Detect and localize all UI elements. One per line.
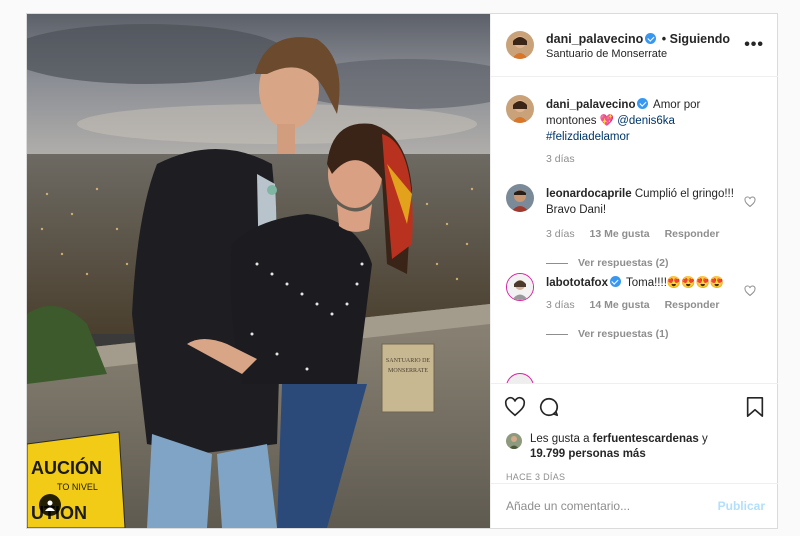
reply-button[interactable]: Responder: [665, 299, 720, 311]
header-user-line: dani_palavecino • Siguiendo: [546, 32, 730, 46]
comment-body: Toma!!!!😍😍😍😍: [625, 277, 725, 289]
comment-input[interactable]: [506, 497, 706, 515]
instagram-post: SANTUARIO DE MONSERRATE AUCIÓN TO NIVEL …: [26, 13, 778, 529]
stone-plaque: [381, 343, 435, 413]
sign-text-2: TO NIVEL: [57, 482, 98, 492]
comment-text: leonardocaprile Cumplió el gringo!!! Bra…: [546, 186, 744, 218]
comment-time[interactable]: 3 días: [546, 228, 575, 240]
comment-like-heart-icon[interactable]: [744, 196, 756, 208]
post-photo[interactable]: SANTUARIO DE MONSERRATE AUCIÓN TO NIVEL …: [27, 14, 490, 528]
caption-hashtag[interactable]: #felizdiadelamor: [546, 131, 630, 143]
author-avatar[interactable]: [506, 31, 534, 59]
comment-likes[interactable]: 14 Me gusta: [590, 299, 650, 311]
commenter-avatar[interactable]: [506, 184, 534, 212]
verified-badge-icon: [645, 33, 657, 44]
likes-others-button[interactable]: 19.799 personas más: [530, 448, 646, 460]
likes-text: Les gusta a ferfuentescardenas y 19.799 …: [530, 432, 766, 462]
caption-time[interactable]: 3 días: [546, 153, 575, 165]
comments-list[interactable]: dani_palavecino Amor por montones 💖 @den…: [491, 77, 778, 383]
comment-meta: 3 días 13 Me gusta Responder: [546, 228, 731, 240]
caption-text: dani_palavecino Amor por montones 💖 @den…: [546, 97, 744, 145]
liker-avatar[interactable]: [506, 433, 522, 449]
add-comment-bar: Publicar: [491, 483, 778, 528]
bookmark-icon[interactable]: [744, 396, 766, 418]
commenter-avatar[interactable]: [506, 273, 534, 301]
publish-button[interactable]: Publicar: [718, 499, 765, 513]
comment-username[interactable]: labototafox: [546, 277, 608, 289]
commenter-avatar[interactable]: [506, 373, 534, 383]
tagged-user-icon[interactable]: [39, 494, 61, 516]
sign-text-1: AUCIÓN: [31, 457, 102, 478]
likes-connector: y: [701, 433, 708, 445]
following-button[interactable]: Siguiendo: [670, 32, 730, 46]
comment-like-heart-icon[interactable]: [744, 285, 756, 297]
plaque-text-1: SANTUARIO DE: [386, 358, 431, 364]
plaque-text-2: MONSERRATE: [388, 368, 428, 374]
likes-prefix: Les gusta a: [530, 433, 590, 445]
post-side-panel: dani_palavecino • Siguiendo Santuario de…: [490, 14, 778, 528]
verified-badge-icon: [609, 276, 621, 287]
comment-time[interactable]: 3 días: [546, 299, 575, 311]
liker-username[interactable]: ferfuentescardenas: [593, 433, 699, 445]
post-location[interactable]: Santuario de Monserrate: [546, 48, 667, 60]
comment-username[interactable]: leonardocaprile: [546, 188, 632, 200]
view-replies-button[interactable]: Ver respuestas (1): [546, 328, 668, 340]
more-horizontal-icon[interactable]: •••: [744, 36, 764, 54]
comment-meta: 3 días 14 Me gusta Responder: [546, 299, 731, 311]
comment-likes[interactable]: 13 Me gusta: [590, 228, 650, 240]
photo-illustration: SANTUARIO DE MONSERRATE AUCIÓN TO NIVEL …: [27, 14, 490, 528]
comment-bubble-icon[interactable]: [538, 396, 560, 418]
view-replies-label: Ver respuestas (1): [578, 328, 669, 340]
reply-button[interactable]: Responder: [665, 228, 720, 240]
view-replies-label: Ver respuestas (2): [578, 257, 669, 269]
verified-badge-icon: [637, 98, 649, 109]
caption-avatar[interactable]: [506, 95, 534, 123]
post-timestamp[interactable]: HACE 3 DÍAS: [506, 472, 565, 482]
caption-meta: 3 días: [546, 153, 587, 165]
header-separator: •: [661, 32, 667, 46]
comment-text: labototafox Toma!!!!😍😍😍😍: [546, 275, 744, 291]
post-header: dani_palavecino • Siguiendo Santuario de…: [491, 14, 778, 77]
post-actions: Les gusta a ferfuentescardenas y 19.799 …: [491, 383, 778, 483]
replies-line: [546, 262, 568, 264]
caption-username[interactable]: dani_palavecino: [546, 99, 635, 111]
view-replies-button[interactable]: Ver respuestas (2): [546, 257, 668, 269]
like-heart-icon[interactable]: [504, 396, 526, 418]
replies-line: [546, 333, 568, 335]
author-username[interactable]: dani_palavecino: [546, 32, 643, 46]
caption-mention[interactable]: @denis6ka: [617, 115, 675, 127]
